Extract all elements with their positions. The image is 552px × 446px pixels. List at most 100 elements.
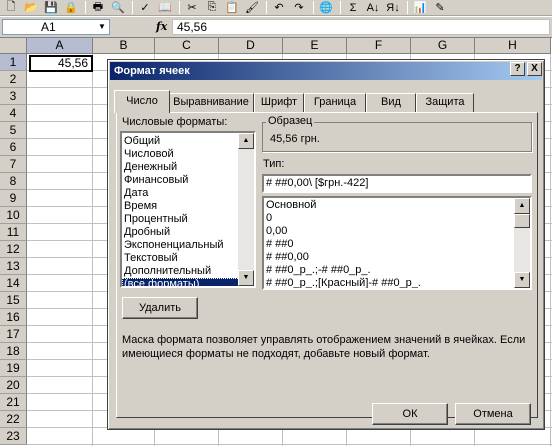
row-header-7[interactable]: 7 [0,156,27,173]
format-list-item[interactable]: Дополнительный [122,265,254,278]
type-scrollbar[interactable]: ▲ ▼ [514,198,530,288]
spelling-icon[interactable]: ✓ [136,0,154,15]
row-header-10[interactable]: 10 [0,207,27,224]
chart-wizard-icon[interactable]: 📊 [411,0,429,15]
scroll-thumb[interactable] [514,214,530,228]
row-header-2[interactable]: 2 [0,71,27,88]
undo-icon[interactable]: ↶ [270,0,288,15]
print-preview-icon[interactable]: 🔍 [109,0,127,15]
row-header-18[interactable]: 18 [0,343,27,360]
row-header-12[interactable]: 12 [0,241,27,258]
tab-5[interactable]: Защита [416,93,474,112]
scroll-down-icon[interactable]: ▼ [238,270,254,286]
scroll-track[interactable] [238,149,254,270]
column-header-b[interactable]: B [93,38,155,54]
column-header-e[interactable]: E [283,38,347,54]
formula-input[interactable]: 45,56 [172,19,550,35]
format-list-item[interactable]: Общий [122,135,254,148]
row-header-15[interactable]: 15 [0,292,27,309]
permission-icon[interactable]: 🔒 [62,0,80,15]
scroll-up-icon[interactable]: ▲ [514,198,530,214]
ok-button[interactable]: ОК [372,403,448,425]
row-header-1[interactable]: 1 [0,54,27,71]
cell-a1[interactable]: 45,56 [29,55,93,72]
row-header-22[interactable]: 22 [0,411,27,428]
format-painter-icon[interactable]: 🖌 [243,0,261,15]
name-box-dropdown-icon[interactable]: ▼ [96,20,108,34]
type-input[interactable]: # ##0,00\ [$грн.-422] [262,174,532,193]
research-icon[interactable]: 📖 [156,0,174,15]
tab-4[interactable]: Вид [366,93,416,112]
close-button[interactable]: X [527,62,542,76]
column-header-f[interactable]: F [347,38,411,54]
format-list-item[interactable]: Дата [122,187,254,200]
tab-1[interactable]: Выравнивание [168,93,254,112]
row-header-19[interactable]: 19 [0,360,27,377]
type-list-item[interactable]: # ##0,00 [264,251,530,264]
type-list[interactable]: Основной 0 0,00 # ##0 # ##0,00 # ##0_р_.;-# #… [262,196,532,290]
insert-function-icon[interactable]: fx [156,20,167,33]
row-header-17[interactable]: 17 [0,326,27,343]
paste-icon[interactable]: 📋 [223,0,241,15]
row-header-11[interactable]: 11 [0,224,27,241]
format-list-item[interactable]: Текстовый [122,252,254,265]
format-list-item[interactable]: Время [122,200,254,213]
row-header-16[interactable]: 16 [0,309,27,326]
sort-descending-icon[interactable]: Я↓ [384,0,402,15]
type-list-item[interactable]: # ##0 [264,238,530,251]
type-list-item[interactable]: 0,00 [264,225,530,238]
column-header-c[interactable]: C [155,38,219,54]
cancel-button[interactable]: Отмена [455,403,531,425]
scroll-up-icon[interactable]: ▲ [238,133,254,149]
row-header-20[interactable]: 20 [0,377,27,394]
type-list-item[interactable]: Основной [264,199,530,212]
toolbar-separator [85,1,86,14]
format-list-item[interactable]: Финансовый [122,174,254,187]
format-list-item[interactable]: Денежный [122,161,254,174]
type-list-item[interactable]: # ##0_р_.;[Красный]-# ##0_р_. [264,277,530,288]
formats-scrollbar[interactable]: ▲ ▼ [238,133,254,286]
autosum-icon[interactable]: Σ [344,0,362,15]
delete-button[interactable]: Удалить [122,297,198,319]
print-icon[interactable]: 🖶 [89,0,107,15]
format-list-item[interactable]: Экспоненциальный [122,239,254,252]
column-header-d[interactable]: D [219,38,283,54]
row-header-14[interactable]: 14 [0,275,27,292]
name-box[interactable]: A1 [2,19,110,35]
tab-2[interactable]: Шрифт [254,93,304,112]
format-list-item[interactable]: (все форматы) [122,278,254,286]
redo-icon[interactable]: ↷ [290,0,308,15]
scroll-down-icon[interactable]: ▼ [514,272,530,288]
row-header-8[interactable]: 8 [0,173,27,190]
row-header-6[interactable]: 6 [0,139,27,156]
sort-ascending-icon[interactable]: A↓ [364,0,382,15]
tab-3[interactable]: Граница [304,93,366,112]
tab-0[interactable]: Число [114,90,170,113]
select-all-corner[interactable] [0,38,27,54]
hyperlink-icon[interactable]: 🌐 [317,0,335,15]
copy-icon[interactable]: ⎘ [203,0,221,15]
help-button[interactable]: ? [510,62,525,76]
row-header-13[interactable]: 13 [0,258,27,275]
type-list-item[interactable]: # ##0_р_.;-# ##0_р_. [264,264,530,277]
cut-icon[interactable]: ✂ [183,0,201,15]
column-header-a[interactable]: A [27,38,93,54]
row-header-21[interactable]: 21 [0,394,27,411]
row-header-4[interactable]: 4 [0,105,27,122]
format-list-item[interactable]: Дробный [122,226,254,239]
format-list-item[interactable]: Числовой [122,148,254,161]
column-header-h[interactable]: H [475,38,551,54]
drawing-icon[interactable]: ✎ [431,0,449,15]
row-header-23[interactable]: 23 [0,428,27,445]
dialog-titlebar[interactable]: Формат ячеек [110,62,542,80]
row-header-5[interactable]: 5 [0,122,27,139]
row-header-3[interactable]: 3 [0,88,27,105]
column-header-g[interactable]: G [411,38,475,54]
format-list-item[interactable]: Процентный [122,213,254,226]
row-header-9[interactable]: 9 [0,190,27,207]
new-icon[interactable]: 🗋 [2,0,20,15]
open-icon[interactable]: 📂 [22,0,40,15]
save-icon[interactable]: 💾 [42,0,60,15]
type-list-item[interactable]: 0 [264,212,530,225]
number-formats-list[interactable]: Общий Числовой Денежный Финансовый Дата Время… [120,131,256,288]
